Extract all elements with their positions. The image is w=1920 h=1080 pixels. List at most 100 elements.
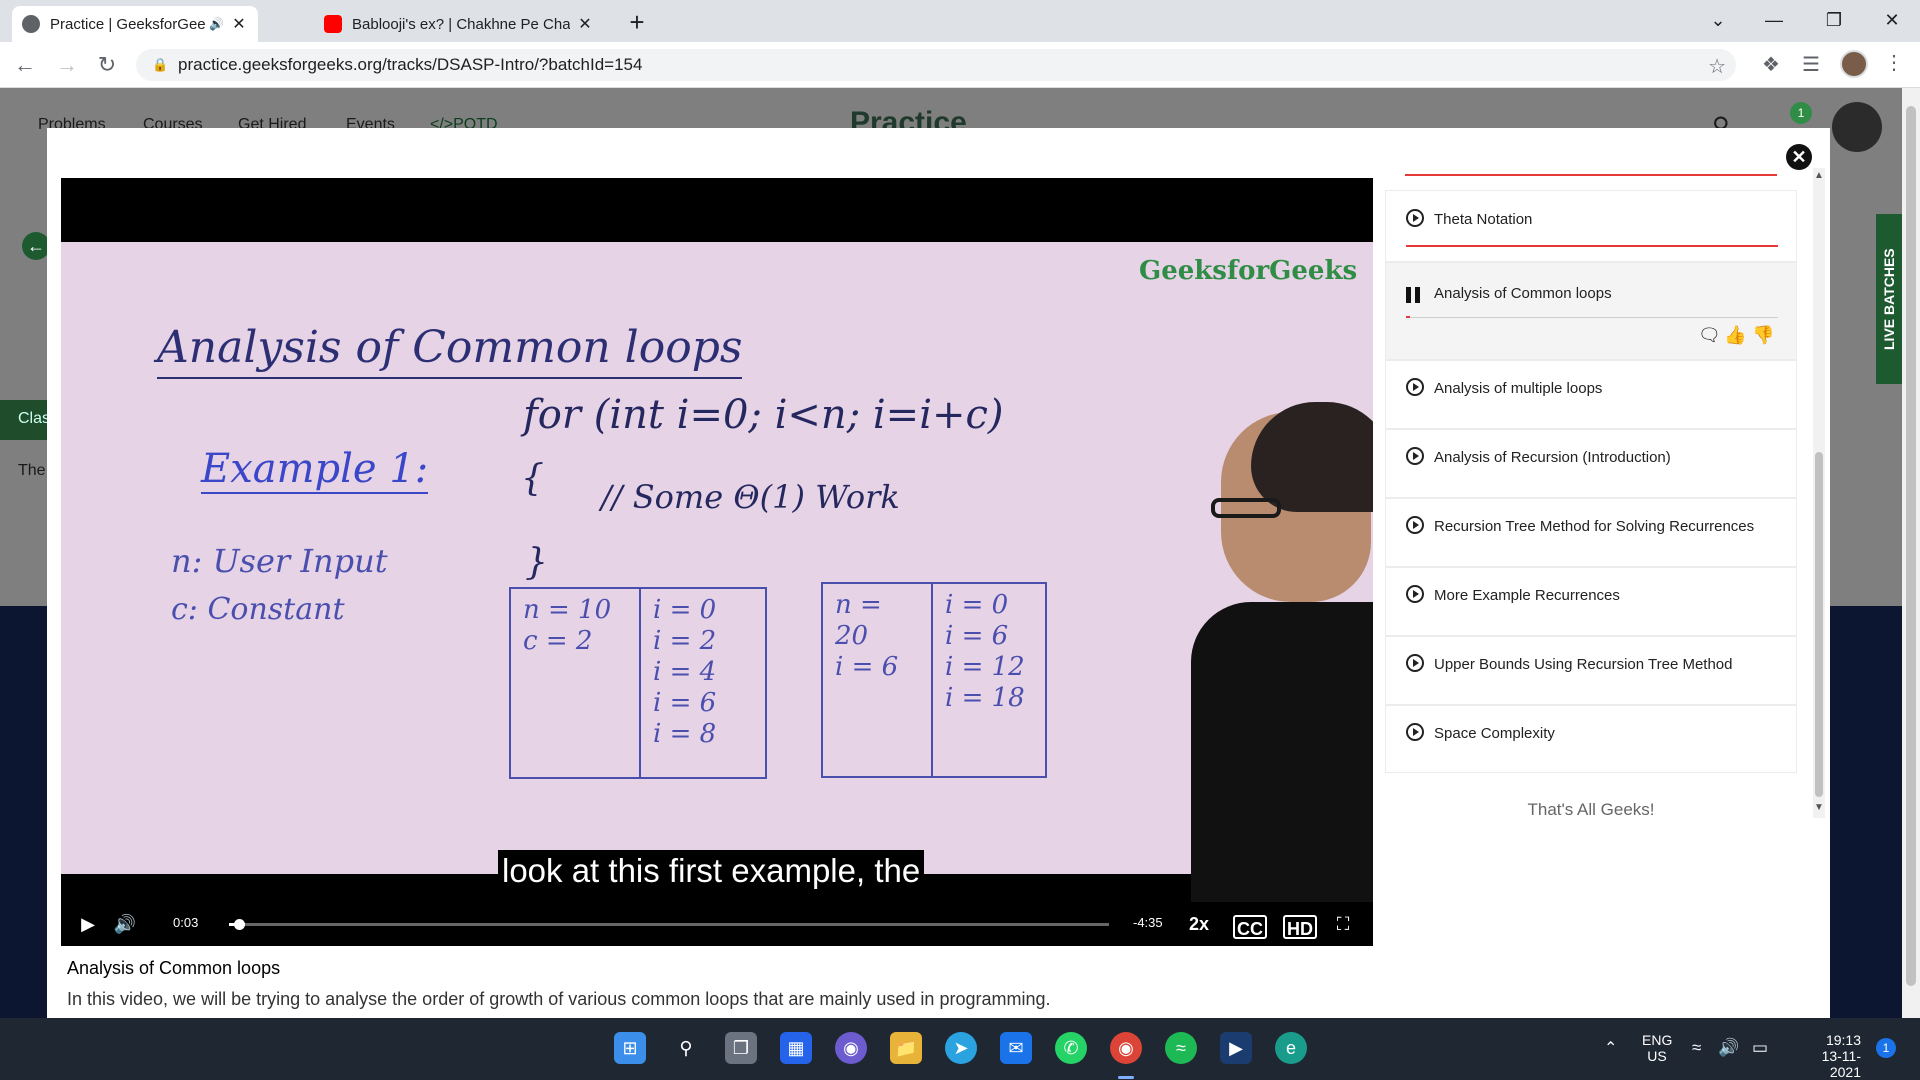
background-tab-theory: The [18, 462, 46, 479]
browser-menu-icon[interactable]: ⋮ [1884, 50, 1904, 75]
bookmark-star-icon[interactable]: ☆ [1708, 54, 1726, 79]
maximize-button[interactable]: ❐ [1806, 0, 1862, 40]
section-divider-red [1406, 245, 1778, 247]
language-indicator[interactable]: ENG US [1642, 1032, 1672, 1064]
table-cell: i = 18 [945, 683, 1025, 713]
seek-handle[interactable] [233, 919, 245, 930]
play-icon[interactable]: ▶ [77, 912, 99, 936]
tab-search-icon[interactable]: ⌄ [1690, 0, 1746, 40]
back-arrow-icon[interactable]: ← [10, 50, 40, 80]
new-tab-button[interactable]: + [622, 8, 652, 38]
widgets-icon[interactable]: ▦ [780, 1032, 812, 1064]
fullscreen-icon[interactable]: ⛶ [1331, 912, 1355, 936]
table-cell: i = 6 [945, 621, 1009, 651]
forward-arrow-icon[interactable]: → [52, 50, 82, 80]
close-tab-icon[interactable]: ✕ [230, 14, 248, 34]
clock[interactable]: 19:13 13-11-2021 [1795, 1032, 1861, 1080]
video-seek-bar[interactable] [229, 919, 1109, 930]
chrome-icon[interactable]: ◉ [1110, 1032, 1142, 1064]
video-subtitle: look at this first example, the [498, 850, 925, 892]
play-circle-icon [1406, 209, 1424, 227]
thumbs-down-icon[interactable]: 👎 [1752, 325, 1774, 346]
page-scrollbar-thumb[interactable] [1906, 106, 1916, 986]
task-view-icon[interactable]: ❐ [725, 1032, 757, 1064]
playlist-item[interactable]: Upper Bounds Using Recursion Tree Method [1385, 636, 1797, 705]
tab-youtube[interactable]: Bablooji's ex? | Chakhne Pe Charc ✕ [314, 6, 604, 42]
notification-center-badge[interactable]: 1 [1876, 1038, 1896, 1058]
table-cell: i = 6 [653, 688, 717, 718]
edge-icon[interactable]: e [1275, 1032, 1307, 1064]
captions-button[interactable]: CC [1233, 915, 1267, 939]
tab-practice-geeksforgeeks[interactable]: Practice | GeeksforGeeks | A 🔊 ✕ [12, 6, 258, 42]
board-brace-open: { [521, 458, 544, 499]
playlist-item-label: Upper Bounds Using Recursion Tree Method [1434, 656, 1733, 673]
speaker-icon[interactable]: 🔊 [209, 17, 224, 31]
video-info: Analysis of Common loops In this video, … [67, 958, 1367, 1010]
remaining-time: -4:35 [1133, 915, 1163, 930]
table-cell: i = 0 [945, 590, 1009, 620]
playlist-item[interactable]: Space Complexity [1385, 705, 1797, 773]
reload-icon[interactable]: ↻ [92, 50, 122, 80]
video-description: In this video, we will be trying to anal… [67, 989, 1051, 1009]
user-avatar[interactable] [1832, 102, 1882, 152]
prime-video-icon[interactable]: ▶ [1220, 1032, 1252, 1064]
address-url[interactable]: practice.geeksforgeeks.org/tracks/DSASP-… [178, 55, 642, 75]
board-example: Example 1: [201, 446, 429, 494]
wifi-icon[interactable]: ≈ [1692, 1038, 1701, 1058]
teams-chat-icon[interactable]: ◉ [835, 1032, 867, 1064]
playlist-item-progress [1406, 316, 1410, 318]
back-arrow-icon[interactable]: ← [22, 232, 50, 260]
minimize-button[interactable]: — [1746, 0, 1802, 40]
telegram-icon[interactable]: ➤ [945, 1032, 977, 1064]
playlist-scrollbar-thumb[interactable] [1815, 452, 1823, 797]
whatsapp-icon[interactable]: ✆ [1055, 1032, 1087, 1064]
extensions-puzzle-icon[interactable]: ❖ [1758, 52, 1784, 77]
close-window-button[interactable]: ✕ [1864, 0, 1920, 40]
hd-quality-button[interactable]: HD [1283, 915, 1317, 939]
video-player[interactable]: Analysis of Common loops Example 1: n: U… [61, 178, 1373, 946]
notification-badge[interactable]: 1 [1790, 102, 1812, 124]
browser-profile-avatar[interactable] [1840, 50, 1868, 78]
playlist-item[interactable]: Analysis of multiple loops [1385, 360, 1797, 429]
show-hidden-icons-icon[interactable]: ⌃ [1604, 1038, 1617, 1058]
playlist-item[interactable]: Theta Notation [1385, 190, 1797, 262]
playlist-item-label: Analysis of Recursion (Introduction) [1434, 449, 1671, 466]
playlist-item[interactable]: Analysis of Recursion (Introduction) [1385, 429, 1797, 498]
playlist-item-label: Space Complexity [1434, 725, 1555, 742]
windows-start-icon[interactable]: ⊞ [614, 1032, 646, 1064]
board-title: Analysis of Common loops [157, 322, 743, 379]
table-cell: i = 8 [653, 719, 717, 749]
file-explorer-icon[interactable]: 📁 [890, 1032, 922, 1064]
address-bar[interactable]: 🔒 practice.geeksforgeeks.org/tracks/DSAS… [136, 49, 1736, 81]
table-cell: n = 10 [523, 595, 612, 625]
playlist-item-current[interactable]: Analysis of Common loops 🗨 👍 👎 [1385, 262, 1797, 360]
scroll-up-arrow-icon[interactable]: ▲ [1814, 170, 1824, 181]
spotify-icon[interactable]: ≈ [1165, 1032, 1197, 1064]
active-app-indicator [1118, 1076, 1134, 1079]
search-icon[interactable]: ⚲ [670, 1032, 702, 1064]
lock-icon[interactable]: 🔒 [152, 57, 168, 73]
live-batches-tab[interactable]: LIVE BATCHES [1876, 214, 1902, 384]
close-modal-icon[interactable]: ✕ [1786, 144, 1812, 170]
language-label: ENG [1642, 1032, 1673, 1048]
tab-title: Bablooji's ex? | Chakhne Pe Charc [352, 15, 570, 33]
media-playlist-icon[interactable]: ☰ [1798, 52, 1824, 77]
tab-title: Practice | GeeksforGeeks | A [50, 15, 206, 33]
playlist-item[interactable]: Recursion Tree Method for Solving Recurr… [1385, 498, 1797, 567]
page-scrollbar[interactable] [1902, 88, 1920, 1018]
volume-icon[interactable]: 🔊 [111, 912, 139, 936]
comment-icon[interactable]: 🗨 [1698, 325, 1721, 346]
thumbs-up-icon[interactable]: 👍 [1724, 325, 1746, 346]
scroll-down-arrow-icon[interactable]: ▼ [1814, 802, 1824, 813]
close-tab-icon[interactable]: ✕ [576, 14, 594, 34]
playlist-item[interactable]: More Example Recurrences [1385, 567, 1797, 636]
playback-speed-button[interactable]: 2x [1185, 912, 1213, 936]
playlist-scrollbar[interactable]: ▲ ▼ [1813, 168, 1825, 818]
youtube-icon [324, 15, 342, 33]
play-circle-icon [1406, 378, 1424, 396]
table-cell: i = 0 [653, 595, 717, 625]
battery-icon[interactable]: ▭ [1752, 1038, 1768, 1058]
volume-tray-icon[interactable]: 🔊 [1718, 1038, 1739, 1058]
mail-icon[interactable]: ✉ [1000, 1032, 1032, 1064]
board-table-2: n = 20 i = 6 i = 0 i = 6 i = 12 i = 18 [821, 582, 1047, 778]
